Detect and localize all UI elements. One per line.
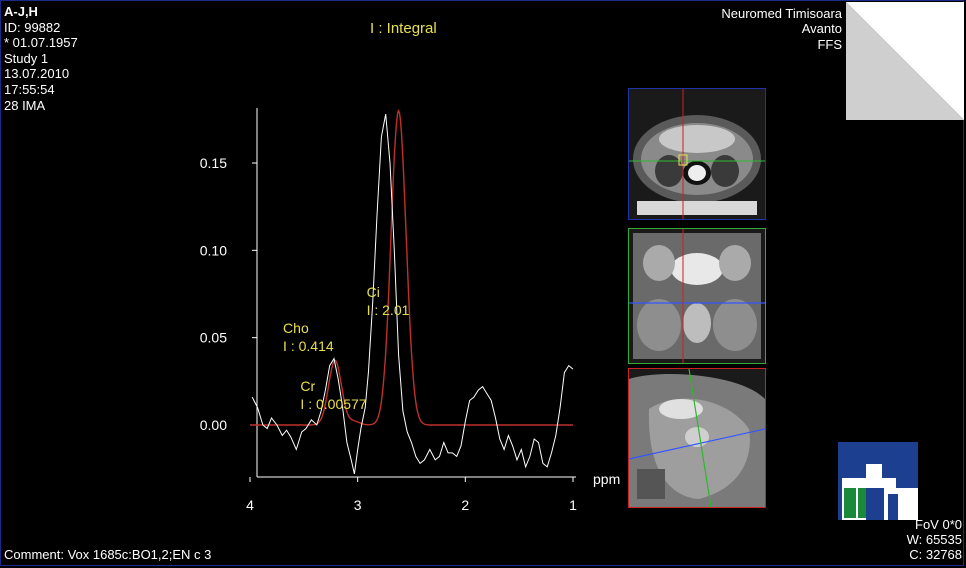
peak-name-label: Cr: [300, 378, 315, 394]
x-axis-label: ppm: [593, 471, 620, 487]
display-params: FoV 0*0 W: 65535 C: 32768: [907, 517, 962, 562]
x-tick-label: 2: [461, 497, 469, 513]
x-tick-label: 1: [569, 497, 577, 513]
fit-curve-line: [250, 108, 573, 426]
neuromed-logo: [838, 442, 918, 520]
peak-name-label: Ci: [367, 284, 380, 300]
x-tick-label: 4: [246, 497, 254, 513]
y-tick-label: 0.05: [200, 330, 227, 346]
comment-text: Comment: Vox 1685c:BO1,2;EN c 3: [4, 547, 212, 562]
window-width: W: 65535: [906, 532, 962, 547]
y-tick-label: 0.10: [200, 242, 227, 258]
coronal-localizer-image[interactable]: [628, 228, 766, 364]
peak-name-label: Cho: [283, 320, 309, 336]
peak-integral-label: I : 0.00577: [300, 396, 366, 412]
spectrum-line: [251, 114, 574, 475]
y-tick-label: 0.15: [200, 155, 227, 171]
peak-integral-label: I : 2.01: [367, 302, 410, 318]
y-tick-label: 0.00: [200, 417, 227, 433]
spectrum-chart: 0.15 0.10 0.05 0.00 4 3 2 1 ppm Ci I : 2.01 Cho I :…: [200, 108, 620, 513]
window-center: C: 32768: [909, 547, 962, 562]
axial-localizer-image[interactable]: [628, 88, 766, 220]
x-tick-label: 3: [354, 497, 362, 513]
peak-integral-label: I : 0.414: [283, 338, 334, 354]
fov-value: FoV 0*0: [915, 517, 962, 532]
sagittal-localizer-image[interactable]: [628, 368, 766, 508]
